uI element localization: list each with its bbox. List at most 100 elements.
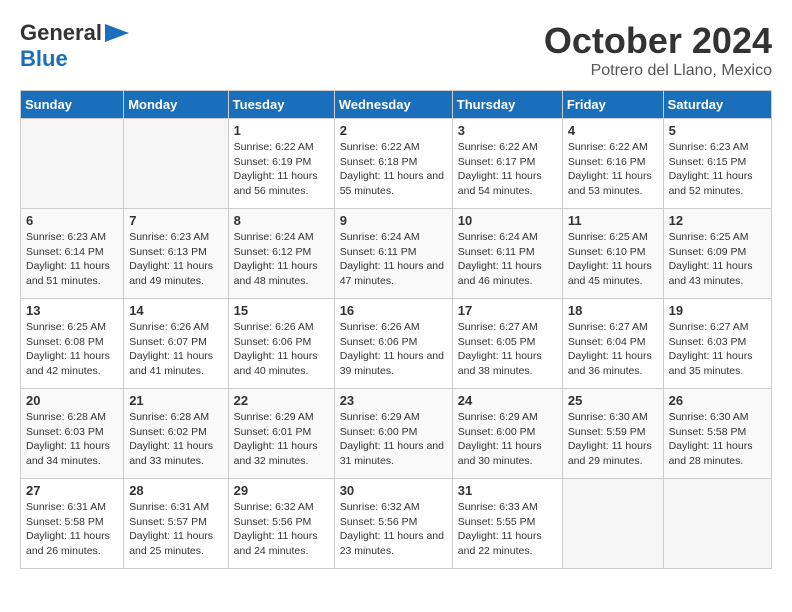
day-number: 30 xyxy=(340,483,447,498)
day-number: 12 xyxy=(669,213,766,228)
day-number: 8 xyxy=(234,213,329,228)
day-number: 7 xyxy=(129,213,222,228)
day-header-tuesday: Tuesday xyxy=(228,91,334,119)
calendar-cell: 11Sunrise: 6:25 AM Sunset: 6:10 PM Dayli… xyxy=(562,209,663,299)
cell-info: Sunrise: 6:23 AM Sunset: 6:14 PM Dayligh… xyxy=(26,230,118,289)
calendar-cell: 18 Sunrise: 6:27 AM Sunset: 6:04 PM Dayli… xyxy=(562,299,663,389)
cell-info: Sunrise: 6:22 AM Sunset: 6:16 PM Dayligh… xyxy=(568,140,658,199)
cell-info: Sunrise: 6:28 AM Sunset: 6:02 PM Dayligh… xyxy=(129,410,222,469)
day-number: 13 xyxy=(26,303,118,318)
cell-info: Sunrise: 6:30 AM Sunset: 5:58 PM Dayligh… xyxy=(669,410,766,469)
logo: General Blue xyxy=(20,20,129,72)
calendar-body: 1Sunrise: 6:22 AM Sunset: 6:19 PM Daylig… xyxy=(21,119,772,569)
calendar-cell: 5 Sunrise: 6:23 AM Sunset: 6:15 PM Daylig… xyxy=(663,119,771,209)
day-header-friday: Friday xyxy=(562,91,663,119)
day-number: 16 xyxy=(340,303,447,318)
calendar-cell: 10 Sunrise: 6:24 AM Sunset: 6:11 PM Dayli… xyxy=(452,209,562,299)
calendar-cell: 3 Sunrise: 6:22 AM Sunset: 6:17 PM Daylig… xyxy=(452,119,562,209)
cell-info: Sunrise: 6:29 AM Sunset: 6:01 PM Dayligh… xyxy=(234,410,329,469)
cell-info: Sunrise: 6:24 AM Sunset: 6:11 PM Dayligh… xyxy=(340,230,447,289)
day-number: 5 xyxy=(669,123,766,138)
cell-info: Sunrise: 6:32 AM Sunset: 5:56 PM Dayligh… xyxy=(340,500,447,559)
calendar-cell: 23 Sunrise: 6:29 AM Sunset: 6:00 PM Dayli… xyxy=(334,389,452,479)
day-number: 20 xyxy=(26,393,118,408)
calendar-cell: 30 Sunrise: 6:32 AM Sunset: 5:56 PM Dayli… xyxy=(334,479,452,569)
day-number: 23 xyxy=(340,393,447,408)
calendar-cell: 27 Sunrise: 6:31 AM Sunset: 5:58 PM Dayli… xyxy=(21,479,124,569)
cell-info: Sunrise: 6:29 AM Sunset: 6:00 PM Dayligh… xyxy=(458,410,557,469)
calendar-cell: 13 Sunrise: 6:25 AM Sunset: 6:08 PM Dayli… xyxy=(21,299,124,389)
day-number: 31 xyxy=(458,483,557,498)
title-section: October 2024 Potrero del Llano, Mexico xyxy=(544,20,772,80)
logo-flag-icon xyxy=(105,24,129,42)
calendar-cell: 20Sunrise: 6:28 AM Sunset: 6:03 PM Dayli… xyxy=(21,389,124,479)
day-number: 19 xyxy=(669,303,766,318)
cell-info: Sunrise: 6:31 AM Sunset: 5:58 PM Dayligh… xyxy=(26,500,118,559)
day-number: 6 xyxy=(26,213,118,228)
day-header-wednesday: Wednesday xyxy=(334,91,452,119)
calendar-cell: 28 Sunrise: 6:31 AM Sunset: 5:57 PM Dayli… xyxy=(124,479,228,569)
calendar-cell: 12 Sunrise: 6:25 AM Sunset: 6:09 PM Dayli… xyxy=(663,209,771,299)
cell-info: Sunrise: 6:26 AM Sunset: 6:06 PM Dayligh… xyxy=(234,320,329,379)
cell-info: Sunrise: 6:29 AM Sunset: 6:00 PM Dayligh… xyxy=(340,410,447,469)
calendar-cell: 6 Sunrise: 6:23 AM Sunset: 6:14 PM Daylig… xyxy=(21,209,124,299)
day-number: 17 xyxy=(458,303,557,318)
day-number: 29 xyxy=(234,483,329,498)
page-header: General Blue October 2024 Potrero del Ll… xyxy=(20,20,772,80)
calendar-cell xyxy=(663,479,771,569)
cell-info: Sunrise: 6:22 AM Sunset: 6:18 PM Dayligh… xyxy=(340,140,447,199)
day-header-thursday: Thursday xyxy=(452,91,562,119)
cell-info: Sunrise: 6:24 AM Sunset: 6:12 PM Dayligh… xyxy=(234,230,329,289)
cell-info: Sunrise: 6:26 AM Sunset: 6:07 PM Dayligh… xyxy=(129,320,222,379)
calendar-cell: 24 Sunrise: 6:29 AM Sunset: 6:00 PM Dayli… xyxy=(452,389,562,479)
calendar-week-5: 27 Sunrise: 6:31 AM Sunset: 5:58 PM Dayli… xyxy=(21,479,772,569)
calendar-cell: 8 Sunrise: 6:24 AM Sunset: 6:12 PM Daylig… xyxy=(228,209,334,299)
day-number: 4 xyxy=(568,123,658,138)
day-number: 24 xyxy=(458,393,557,408)
cell-info: Sunrise: 6:23 AM Sunset: 6:15 PM Dayligh… xyxy=(669,140,766,199)
cell-info: Sunrise: 6:27 AM Sunset: 6:04 PM Dayligh… xyxy=(568,320,658,379)
day-number: 28 xyxy=(129,483,222,498)
calendar-cell: 15 Sunrise: 6:26 AM Sunset: 6:06 PM Dayli… xyxy=(228,299,334,389)
month-title: October 2024 xyxy=(544,20,772,62)
cell-info: Sunrise: 6:25 AM Sunset: 6:08 PM Dayligh… xyxy=(26,320,118,379)
day-number: 18 xyxy=(568,303,658,318)
cell-info: Sunrise: 6:23 AM Sunset: 6:13 PM Dayligh… xyxy=(129,230,222,289)
calendar-week-4: 20Sunrise: 6:28 AM Sunset: 6:03 PM Dayli… xyxy=(21,389,772,479)
cell-info: Sunrise: 6:26 AM Sunset: 6:06 PM Dayligh… xyxy=(340,320,447,379)
calendar-cell: 19 Sunrise: 6:27 AM Sunset: 6:03 PM Dayli… xyxy=(663,299,771,389)
cell-info: Sunrise: 6:27 AM Sunset: 6:03 PM Dayligh… xyxy=(669,320,766,379)
calendar-cell: 31 Sunrise: 6:33 AM Sunset: 5:55 PM Dayli… xyxy=(452,479,562,569)
cell-info: Sunrise: 6:31 AM Sunset: 5:57 PM Dayligh… xyxy=(129,500,222,559)
cell-info: Sunrise: 6:30 AM Sunset: 5:59 PM Dayligh… xyxy=(568,410,658,469)
day-number: 15 xyxy=(234,303,329,318)
cell-info: Sunrise: 6:32 AM Sunset: 5:56 PM Dayligh… xyxy=(234,500,329,559)
cell-info: Sunrise: 6:33 AM Sunset: 5:55 PM Dayligh… xyxy=(458,500,557,559)
cell-info: Sunrise: 6:24 AM Sunset: 6:11 PM Dayligh… xyxy=(458,230,557,289)
calendar-cell: 21Sunrise: 6:28 AM Sunset: 6:02 PM Dayli… xyxy=(124,389,228,479)
calendar-cell xyxy=(21,119,124,209)
day-header-sunday: Sunday xyxy=(21,91,124,119)
calendar-cell: 22Sunrise: 6:29 AM Sunset: 6:01 PM Dayli… xyxy=(228,389,334,479)
day-number: 3 xyxy=(458,123,557,138)
calendar-cell: 9Sunrise: 6:24 AM Sunset: 6:11 PM Daylig… xyxy=(334,209,452,299)
calendar-week-2: 6 Sunrise: 6:23 AM Sunset: 6:14 PM Daylig… xyxy=(21,209,772,299)
logo-general-text: General xyxy=(20,20,102,46)
cell-info: Sunrise: 6:25 AM Sunset: 6:09 PM Dayligh… xyxy=(669,230,766,289)
day-number: 10 xyxy=(458,213,557,228)
cell-info: Sunrise: 6:22 AM Sunset: 6:19 PM Dayligh… xyxy=(234,140,329,199)
calendar-cell: 1Sunrise: 6:22 AM Sunset: 6:19 PM Daylig… xyxy=(228,119,334,209)
day-header-monday: Monday xyxy=(124,91,228,119)
day-header-saturday: Saturday xyxy=(663,91,771,119)
calendar-cell xyxy=(562,479,663,569)
calendar-cell: 29 Sunrise: 6:32 AM Sunset: 5:56 PM Dayli… xyxy=(228,479,334,569)
cell-info: Sunrise: 6:22 AM Sunset: 6:17 PM Dayligh… xyxy=(458,140,557,199)
cell-info: Sunrise: 6:25 AM Sunset: 6:10 PM Dayligh… xyxy=(568,230,658,289)
calendar-header-row: SundayMondayTuesdayWednesdayThursdayFrid… xyxy=(21,91,772,119)
day-number: 14 xyxy=(129,303,222,318)
calendar-cell: 14 Sunrise: 6:26 AM Sunset: 6:07 PM Dayli… xyxy=(124,299,228,389)
day-number: 27 xyxy=(26,483,118,498)
day-number: 26 xyxy=(669,393,766,408)
logo-blue-text: Blue xyxy=(20,46,68,72)
calendar-cell: 26 Sunrise: 6:30 AM Sunset: 5:58 PM Dayli… xyxy=(663,389,771,479)
